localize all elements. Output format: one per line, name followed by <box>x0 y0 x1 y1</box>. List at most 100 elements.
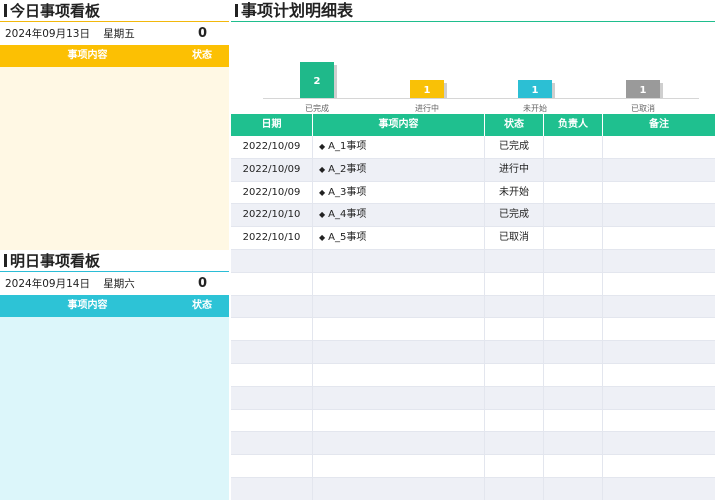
cell-content[interactable]: ◆ A_2事项 <box>313 158 485 181</box>
cell-note[interactable] <box>603 227 715 249</box>
cell-owner[interactable] <box>544 455 603 477</box>
today-list-area[interactable] <box>0 67 229 250</box>
cell-content[interactable] <box>313 409 485 432</box>
cell-date[interactable] <box>231 341 313 363</box>
cell-content[interactable]: ◆ A_4事项 <box>313 204 485 227</box>
cell-note[interactable] <box>603 364 715 386</box>
today-col-content: 事项内容 <box>67 50 108 61</box>
chart-category-label: 已完成 <box>305 103 329 112</box>
cell-date[interactable]: 2022/10/09 <box>231 181 313 204</box>
cell-status[interactable] <box>485 363 544 386</box>
cell-date[interactable]: 2022/10/10 <box>231 204 313 227</box>
cell-owner[interactable] <box>544 158 603 181</box>
cell-owner[interactable] <box>544 295 603 318</box>
cell-owner[interactable] <box>544 341 603 363</box>
table-row[interactable]: 2022/10/10 ◆ A_5事项 已取消 <box>231 227 715 250</box>
cell-status[interactable] <box>485 409 544 432</box>
cell-status[interactable] <box>485 455 544 477</box>
table-row-empty[interactable] <box>231 432 715 456</box>
cell-date[interactable] <box>231 295 313 318</box>
cell-date[interactable] <box>231 363 313 386</box>
cell-note[interactable] <box>603 410 715 432</box>
cell-status[interactable] <box>485 432 544 455</box>
table-row-empty[interactable] <box>231 341 715 364</box>
cell-date[interactable] <box>231 386 313 409</box>
table-row[interactable]: 2022/10/10 ◆ A_4事项 已完成 <box>231 204 715 228</box>
cell-content[interactable]: ◆ A_1事项 <box>313 136 485 158</box>
cell-note[interactable] <box>603 250 715 272</box>
cell-note[interactable] <box>603 296 715 318</box>
cell-note[interactable] <box>603 478 715 500</box>
cell-date[interactable] <box>231 249 313 272</box>
cell-owner[interactable] <box>544 204 603 227</box>
cell-note[interactable] <box>603 273 715 295</box>
cell-status[interactable]: 已完成 <box>485 204 544 227</box>
cell-note[interactable] <box>603 159 715 181</box>
cell-status[interactable]: 进行中 <box>485 158 544 181</box>
cell-note[interactable] <box>603 136 715 158</box>
cell-owner[interactable] <box>544 363 603 386</box>
cell-note[interactable] <box>603 455 715 477</box>
cell-date[interactable] <box>231 455 313 477</box>
cell-content[interactable] <box>313 432 485 455</box>
cell-status[interactable]: 已取消 <box>485 227 544 249</box>
cell-note[interactable] <box>603 387 715 409</box>
cell-date[interactable] <box>231 318 313 341</box>
cell-status[interactable]: 未开始 <box>485 181 544 204</box>
cell-content[interactable] <box>313 386 485 409</box>
cell-owner[interactable] <box>544 432 603 455</box>
cell-date[interactable]: 2022/10/09 <box>231 158 313 181</box>
table-row-empty[interactable] <box>231 249 715 273</box>
cell-date[interactable]: 2022/10/10 <box>231 227 313 249</box>
table-row-empty[interactable] <box>231 363 715 387</box>
table-row-empty[interactable] <box>231 477 715 500</box>
cell-content[interactable] <box>313 295 485 318</box>
cell-date[interactable]: 2022/10/09 <box>231 136 313 158</box>
cell-note[interactable] <box>603 204 715 226</box>
cell-owner[interactable] <box>544 409 603 432</box>
cell-content[interactable] <box>313 318 485 341</box>
cell-date[interactable] <box>231 409 313 432</box>
cell-status[interactable] <box>485 318 544 341</box>
cell-content[interactable] <box>313 249 485 272</box>
table-row-empty[interactable] <box>231 272 715 296</box>
cell-note[interactable] <box>603 432 715 454</box>
table-row-empty[interactable] <box>231 455 715 478</box>
cell-status[interactable] <box>485 295 544 318</box>
cell-content[interactable] <box>313 272 485 295</box>
cell-owner[interactable] <box>544 181 603 204</box>
cell-status[interactable]: 已完成 <box>485 136 544 158</box>
cell-status[interactable] <box>485 341 544 363</box>
cell-date[interactable] <box>231 477 313 500</box>
table-row-empty[interactable] <box>231 318 715 342</box>
cell-date[interactable] <box>231 432 313 455</box>
cell-content[interactable]: ◆ A_3事项 <box>313 181 485 204</box>
cell-status[interactable] <box>485 249 544 272</box>
table-row[interactable]: 2022/10/09 ◆ A_3事项 未开始 <box>231 181 715 205</box>
cell-status[interactable] <box>485 386 544 409</box>
cell-content[interactable] <box>313 363 485 386</box>
cell-note[interactable] <box>603 341 715 363</box>
table-row-empty[interactable] <box>231 386 715 410</box>
cell-date[interactable] <box>231 272 313 295</box>
cell-owner[interactable] <box>544 272 603 295</box>
table-row[interactable]: 2022/10/09 ◆ A_1事项 已完成 <box>231 136 715 159</box>
table-row-empty[interactable] <box>231 295 715 319</box>
cell-owner[interactable] <box>544 477 603 500</box>
cell-owner[interactable] <box>544 136 603 158</box>
cell-content[interactable]: ◆ A_5事项 <box>313 227 485 249</box>
tomorrow-list-area[interactable] <box>0 317 229 500</box>
table-row[interactable]: 2022/10/09 ◆ A_2事项 进行中 <box>231 158 715 182</box>
table-row-empty[interactable] <box>231 409 715 433</box>
cell-content[interactable] <box>313 341 485 363</box>
cell-note[interactable] <box>603 318 715 340</box>
cell-owner[interactable] <box>544 318 603 341</box>
cell-content[interactable] <box>313 477 485 500</box>
cell-owner[interactable] <box>544 386 603 409</box>
cell-owner[interactable] <box>544 249 603 272</box>
cell-owner[interactable] <box>544 227 603 249</box>
cell-status[interactable] <box>485 272 544 295</box>
cell-content[interactable] <box>313 455 485 477</box>
cell-status[interactable] <box>485 477 544 500</box>
cell-note[interactable] <box>603 182 715 204</box>
